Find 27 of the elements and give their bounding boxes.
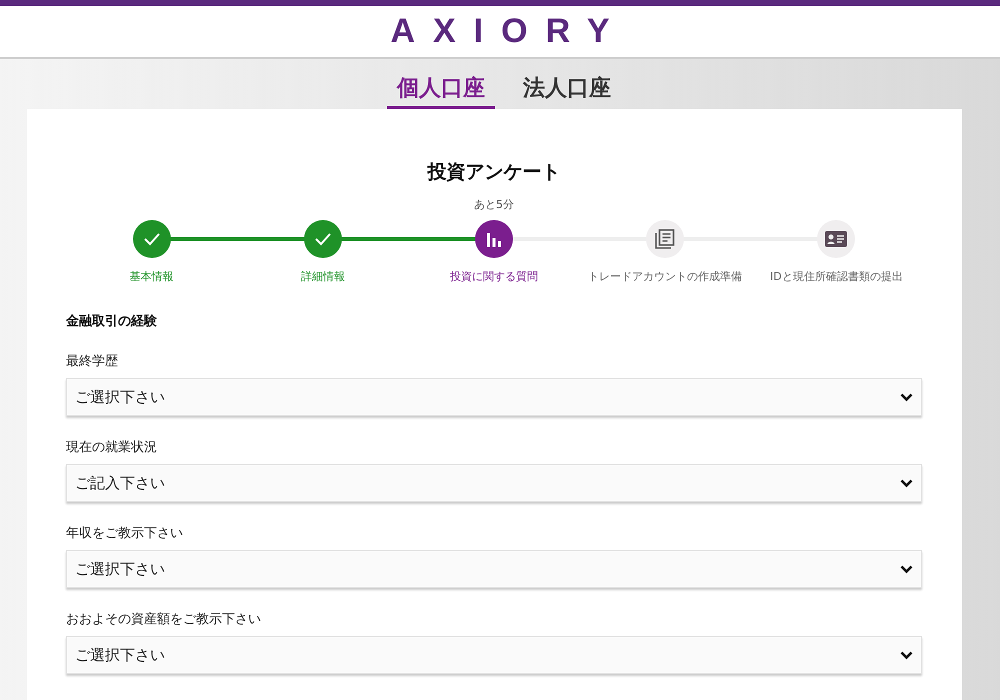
section-title: 金融取引の経験	[66, 313, 158, 330]
select-field[interactable]: ご記入下さい	[66, 464, 922, 502]
step-label: 基本情報	[130, 269, 174, 284]
logo[interactable]: AXIORY	[390, 12, 628, 51]
chevron-down-icon	[900, 650, 913, 660]
form-title: 投資アンケート	[426, 160, 562, 185]
field-label: 年収をご教示下さい	[66, 525, 184, 542]
bar-chart-icon	[486, 230, 502, 248]
step-label: トレードアカウントの作成準備	[588, 269, 742, 284]
step-label: IDと現住所確認書類の提出	[770, 269, 903, 284]
select-field[interactable]: ご選択下さい	[66, 550, 922, 588]
id-card-icon	[825, 231, 848, 247]
field-label: おおよその資産額をご教示下さい	[66, 611, 262, 628]
check-icon	[314, 232, 332, 246]
chevron-down-icon	[900, 478, 913, 488]
select-field[interactable]: ご選択下さい	[66, 378, 922, 416]
select-field[interactable]: ご選択下さい	[66, 636, 922, 674]
time-left: あと5分	[473, 197, 515, 212]
document-icon	[655, 229, 676, 249]
step-label: 詳細情報	[300, 269, 345, 284]
account-type-tab[interactable]: 法人口座	[513, 59, 621, 109]
field-label: 現在の就業状況	[66, 439, 158, 456]
check-icon	[142, 232, 161, 246]
step-label: 投資に関する質問	[450, 269, 538, 284]
chevron-down-icon	[900, 564, 913, 574]
field-label: 最終学歴	[66, 353, 119, 370]
chevron-down-icon	[900, 392, 913, 402]
